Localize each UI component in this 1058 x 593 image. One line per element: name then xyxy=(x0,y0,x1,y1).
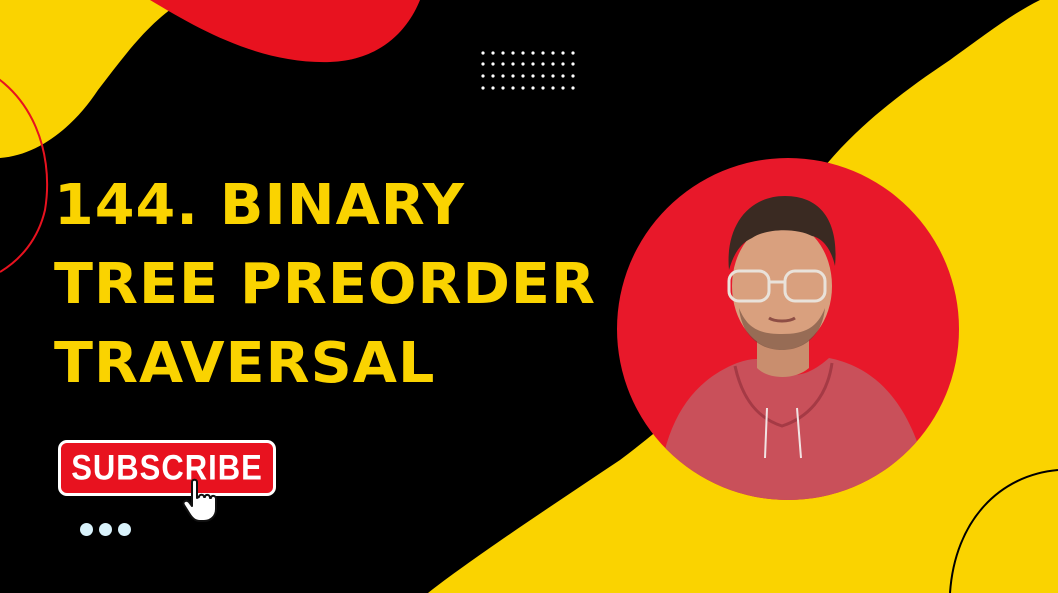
presenter-avatar xyxy=(617,158,959,500)
red-blob-top xyxy=(150,0,420,63)
title-line-3: TRAVERSAL xyxy=(54,331,436,396)
yellow-blob-top-left xyxy=(0,0,185,158)
dot-grid-decoration xyxy=(481,51,575,90)
more-dots-icon xyxy=(80,523,131,536)
dot xyxy=(118,523,131,536)
subscribe-button[interactable]: SUBSCRIBE xyxy=(58,440,276,496)
title-line-1: 144. BINARY xyxy=(54,173,466,238)
title-line-2: TREE PREORDER xyxy=(54,252,596,317)
hand-pointer-icon xyxy=(182,478,217,522)
dot xyxy=(99,523,112,536)
subscribe-button-label: SUBSCRIBE xyxy=(71,447,263,488)
thumbnail-canvas: 144. BINARY TREE PREORDER TRAVERSAL SUBS… xyxy=(0,0,1058,593)
dot xyxy=(80,523,93,536)
video-title: 144. BINARY TREE PREORDER TRAVERSAL xyxy=(54,166,596,403)
